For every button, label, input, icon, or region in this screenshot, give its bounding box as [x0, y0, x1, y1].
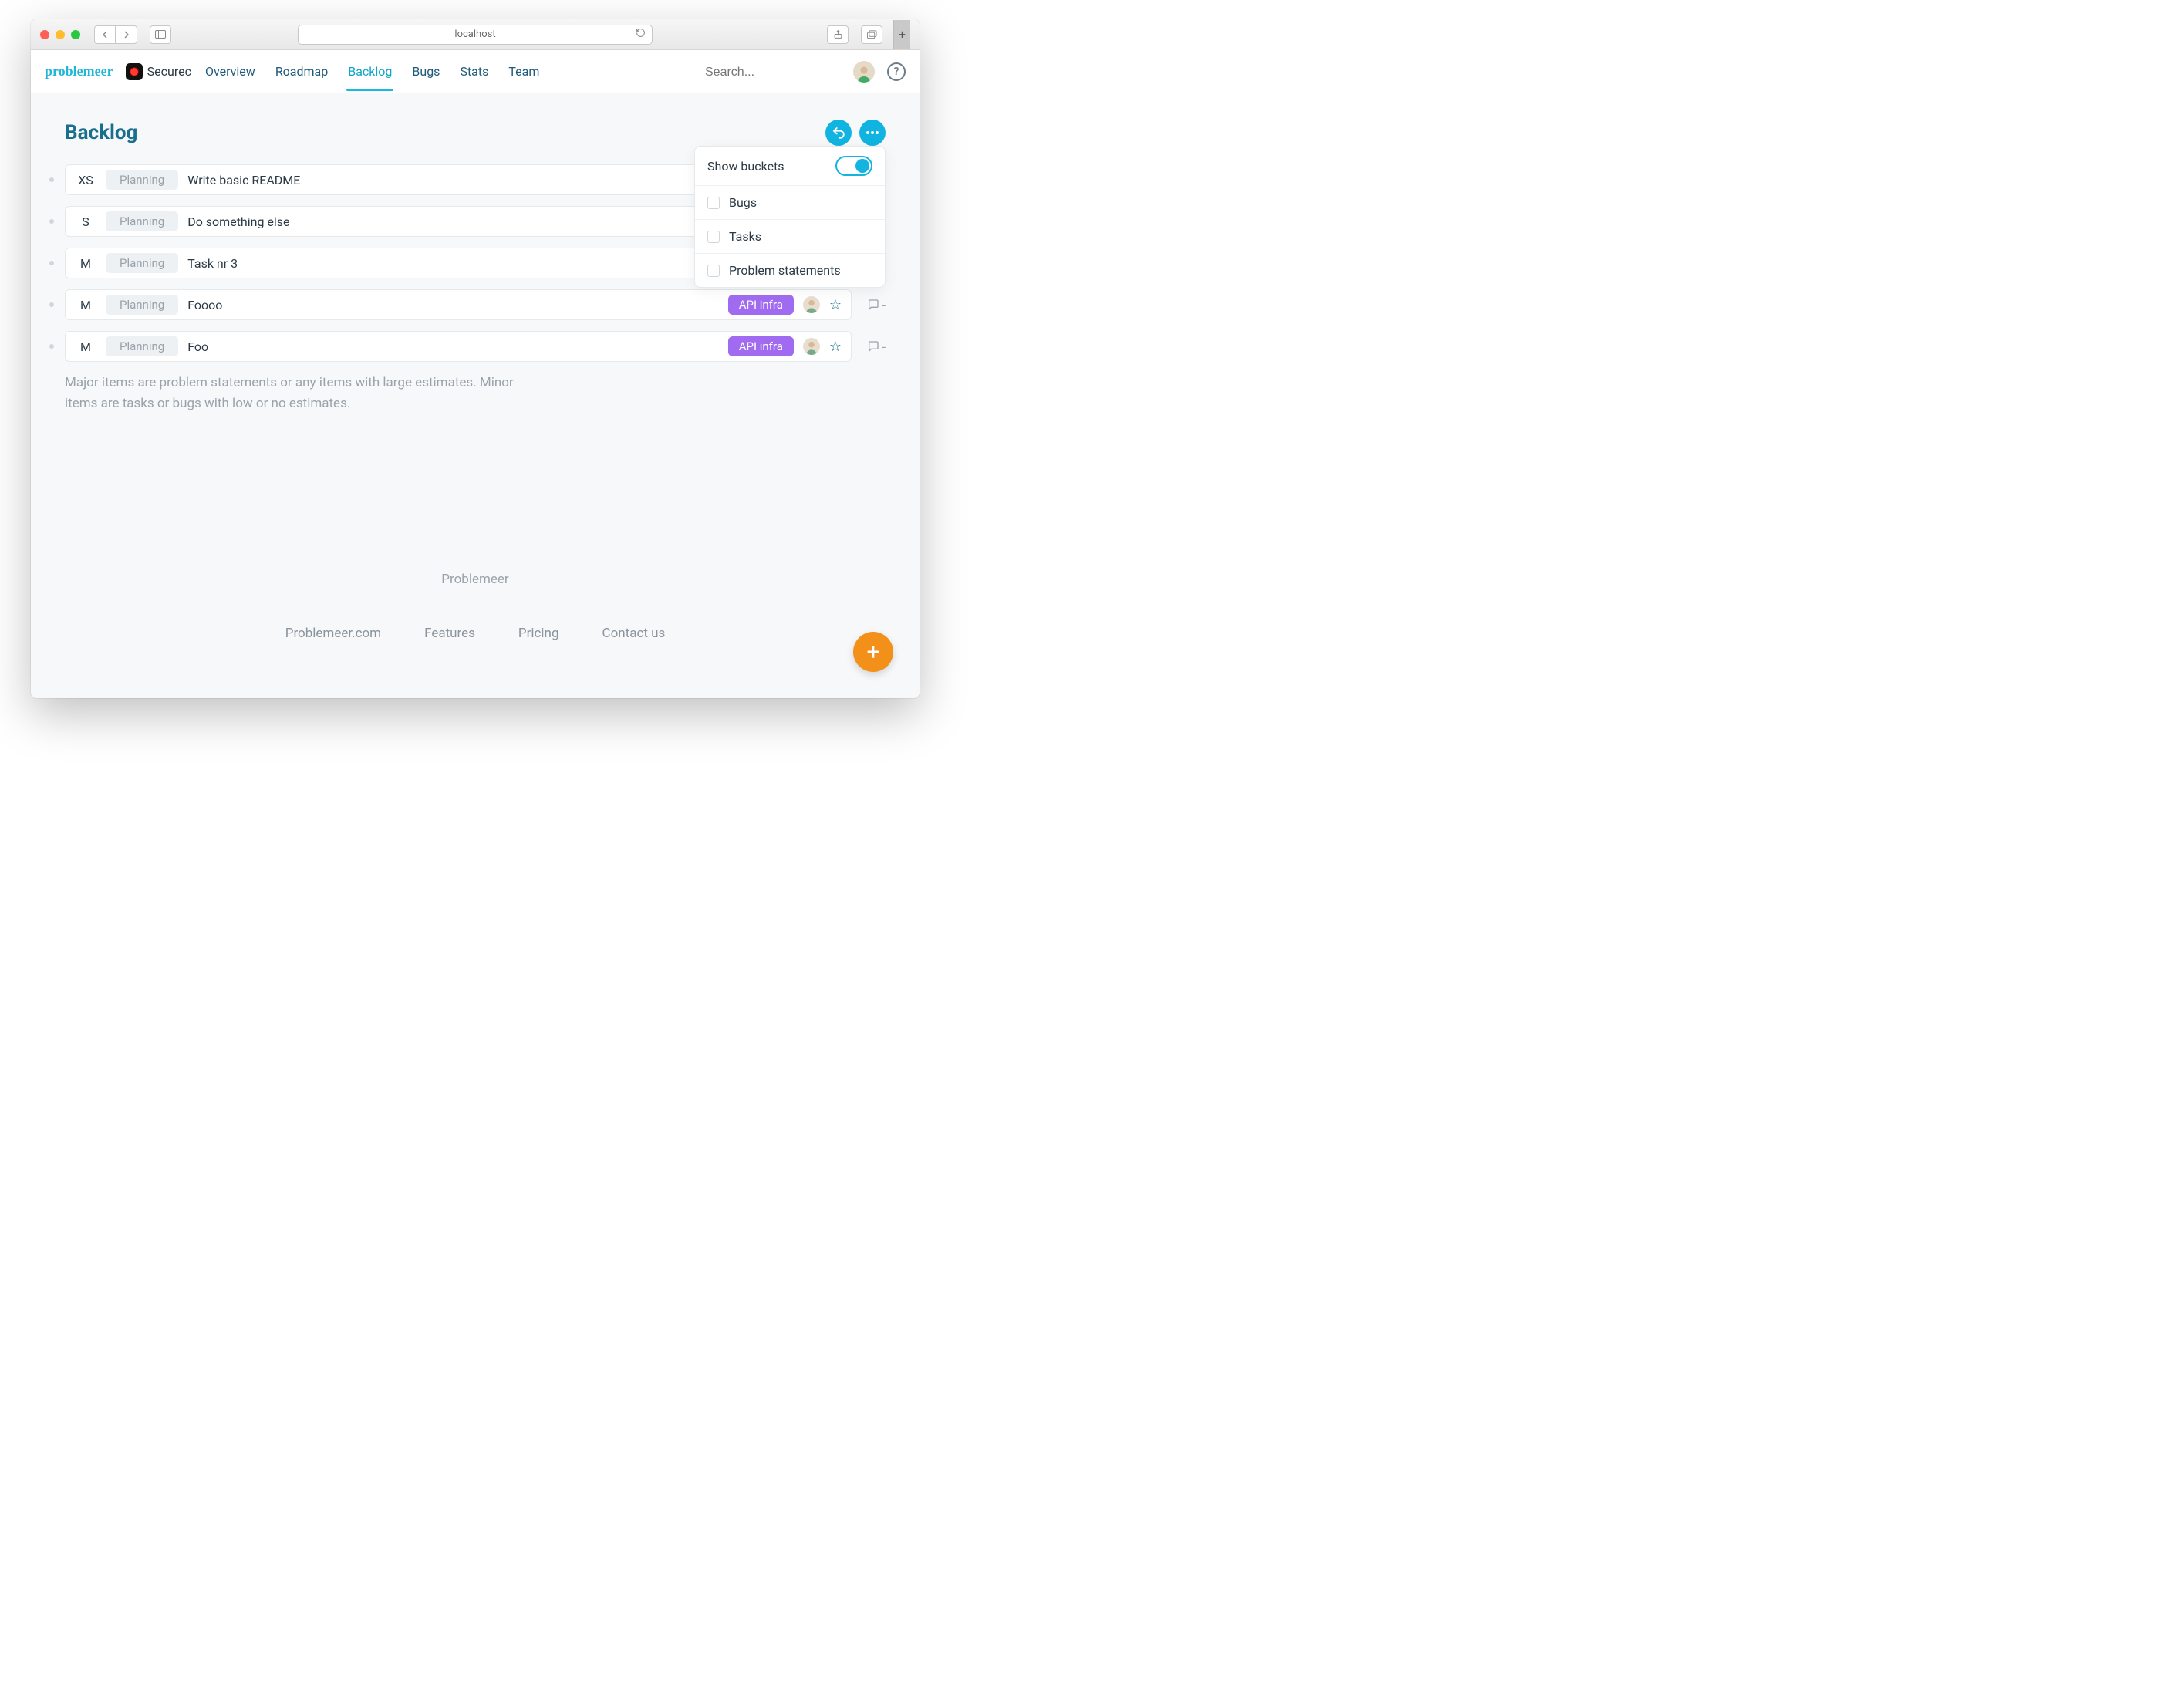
tab-overview[interactable]: Overview [205, 52, 255, 91]
backlog-row: M Planning Foo API infra ☆ - [65, 331, 886, 362]
star-icon[interactable]: ☆ [829, 339, 842, 355]
checkbox-icon [707, 197, 720, 209]
browser-forward-button[interactable] [116, 25, 137, 44]
browser-back-button[interactable] [94, 25, 116, 44]
footer-link-features[interactable]: Features [424, 626, 475, 641]
item-title: Foo [187, 339, 208, 354]
drag-handle[interactable] [49, 344, 54, 349]
status-chip[interactable]: Planning [106, 295, 178, 315]
show-buckets-toggle[interactable] [835, 156, 872, 176]
footer-link-site[interactable]: Problemeer.com [285, 626, 381, 641]
window-maximize-button[interactable] [71, 30, 80, 39]
drag-handle[interactable] [49, 177, 54, 182]
page-title: Backlog [65, 121, 137, 144]
browser-share-button[interactable] [827, 25, 849, 44]
browser-window: localhost + problemeer Securec Overview … [31, 19, 920, 698]
footer-brand: Problemeer [31, 572, 920, 587]
tag[interactable]: API infra [728, 336, 794, 356]
checkbox-icon [707, 231, 720, 243]
browser-nav [94, 25, 137, 44]
browser-sidebar-button[interactable] [150, 25, 171, 44]
show-buckets-label: Show buckets [707, 159, 785, 174]
checkbox-icon [707, 265, 720, 277]
tab-team[interactable]: Team [508, 52, 539, 91]
undo-button[interactable] [825, 120, 852, 146]
hint-text: Major items are problem statements or an… [65, 373, 528, 414]
footer: Problemeer Problemeer.com Features Prici… [31, 572, 920, 641]
size-label: M [75, 298, 96, 312]
backlog-card[interactable]: M Planning Foooo API infra ☆ [65, 289, 852, 320]
assignee-avatar[interactable] [803, 338, 820, 355]
assignee-avatar[interactable] [803, 296, 820, 313]
project-icon[interactable] [126, 63, 143, 80]
status-chip[interactable]: Planning [106, 336, 178, 356]
filter-label: Tasks [729, 229, 761, 244]
size-label: M [75, 256, 96, 271]
drag-handle[interactable] [49, 261, 54, 265]
backlog-row: M Planning Foooo API infra ☆ - [65, 289, 886, 320]
search [705, 64, 836, 79]
filter-problem-statements[interactable]: Problem statements [695, 253, 885, 287]
backlog-card[interactable]: M Planning Foo API infra ☆ [65, 331, 852, 362]
filter-label: Bugs [729, 195, 757, 210]
size-label: XS [75, 173, 96, 187]
footer-link-contact[interactable]: Contact us [602, 626, 666, 641]
drag-handle[interactable] [49, 219, 54, 224]
status-chip[interactable]: Planning [106, 211, 178, 231]
show-buckets-row[interactable]: Show buckets [695, 147, 885, 185]
browser-new-tab-button[interactable]: + [893, 20, 910, 49]
add-button[interactable]: + [853, 632, 893, 672]
star-icon[interactable]: ☆ [829, 297, 842, 313]
filter-bugs[interactable]: Bugs [695, 185, 885, 219]
window-minimize-button[interactable] [56, 30, 65, 39]
item-title: Foooo [187, 298, 222, 312]
item-title: Write basic README [187, 173, 300, 187]
browser-titlebar: localhost + [31, 19, 920, 50]
user-avatar[interactable] [853, 61, 875, 83]
status-chip[interactable]: Planning [106, 170, 178, 190]
page: Backlog Show buckets Bugs [31, 93, 920, 698]
app-header: problemeer Securec Overview Roadmap Back… [31, 50, 920, 93]
help-button[interactable]: ? [887, 62, 906, 81]
size-label: S [75, 214, 96, 229]
tab-roadmap[interactable]: Roadmap [275, 52, 328, 91]
drag-handle[interactable] [49, 302, 54, 307]
comments-count[interactable]: - [862, 298, 886, 312]
browser-tabs-button[interactable] [861, 25, 882, 44]
item-title: Do something else [187, 214, 289, 229]
item-title: Task nr 3 [187, 256, 238, 271]
filter-label: Problem statements [729, 263, 841, 278]
comments-count[interactable]: - [862, 339, 886, 354]
tag[interactable]: API infra [728, 295, 794, 315]
project-name[interactable]: Securec [147, 64, 191, 79]
tab-backlog[interactable]: Backlog [348, 52, 392, 91]
window-close-button[interactable] [40, 30, 49, 39]
browser-url-bar[interactable]: localhost [298, 25, 653, 45]
more-button[interactable] [859, 120, 886, 146]
app-logo[interactable]: problemeer [45, 63, 113, 79]
size-label: M [75, 339, 96, 354]
tab-bugs[interactable]: Bugs [412, 52, 440, 91]
reload-icon[interactable] [636, 28, 646, 41]
footer-link-pricing[interactable]: Pricing [518, 626, 559, 641]
search-input[interactable] [705, 66, 836, 79]
status-chip[interactable]: Planning [106, 253, 178, 273]
window-controls [40, 30, 80, 39]
nav-tabs: Overview Roadmap Backlog Bugs Stats Team [205, 52, 539, 91]
filter-tasks[interactable]: Tasks [695, 219, 885, 253]
filters-dropdown: Show buckets Bugs Tasks Problem statemen… [694, 146, 886, 288]
tab-stats[interactable]: Stats [460, 52, 488, 91]
browser-url-text: localhost [454, 29, 495, 40]
